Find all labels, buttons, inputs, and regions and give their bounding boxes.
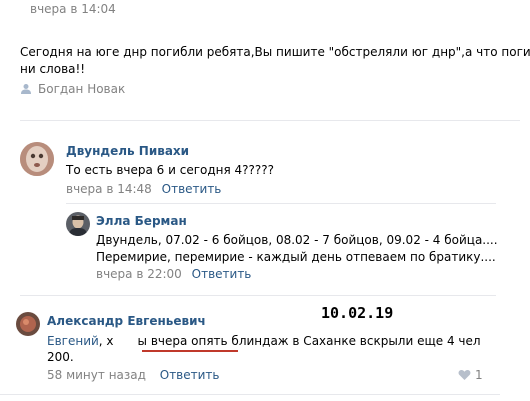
- like-button[interactable]: 1: [458, 368, 483, 382]
- person-icon: [20, 83, 32, 95]
- comment-text-line-1: Евгений, х ы вчера опять блиндаж в Саханк…: [47, 333, 481, 349]
- comment-text-line-2: 200.: [47, 350, 74, 364]
- mention-link[interactable]: Евгений: [47, 334, 99, 348]
- comment-time[interactable]: вчера в 14:48: [66, 182, 152, 196]
- post-author[interactable]: Богдан Новак: [20, 82, 125, 96]
- comment-author-name[interactable]: Элла Берман: [96, 214, 187, 228]
- avatar[interactable]: [20, 142, 54, 176]
- date-annotation: 10.02.19: [321, 304, 394, 322]
- comment-divider: [20, 295, 496, 296]
- comment-text-part: ы вчера опять блиндаж в Саханке вскрыли …: [137, 334, 481, 348]
- comment-text: То есть вчера 6 и сегодня 4?????: [66, 163, 275, 177]
- heart-icon: [458, 369, 471, 381]
- underline-annotation: [142, 350, 238, 352]
- comment-meta: вчера в 14:48 Ответить: [66, 182, 221, 196]
- like-count: 1: [475, 368, 483, 382]
- avatar[interactable]: [66, 212, 90, 236]
- reply-button[interactable]: Ответить: [192, 267, 252, 281]
- reply-button[interactable]: Ответить: [162, 182, 222, 196]
- post-text-line-1: Сегодня на юге днр погибли ребята,Вы пиш…: [20, 45, 530, 59]
- comment-time[interactable]: 58 минут назад: [47, 368, 146, 382]
- comment-time[interactable]: вчера в 22:00: [96, 267, 182, 281]
- post-text-line-2: ни слова!!: [20, 62, 86, 76]
- comment-meta: 58 минут назад Ответить: [47, 368, 220, 382]
- post-time[interactable]: вчера в 14:04: [30, 2, 116, 16]
- comment-author-name[interactable]: Александр Евгеньевич: [47, 314, 206, 328]
- comment-text-part: , х: [98, 334, 114, 348]
- comment-divider: [0, 394, 500, 395]
- comment-divider: [66, 203, 496, 204]
- reply-button[interactable]: Ответить: [160, 368, 220, 382]
- post-author-name[interactable]: Богдан Новак: [38, 82, 125, 96]
- post-divider: [20, 120, 520, 121]
- comment-text-line-2: Перемирие, перемирие - каждый день отпев…: [96, 250, 496, 264]
- comment-author-name[interactable]: Двундель Пивахи: [66, 144, 189, 158]
- avatar[interactable]: [16, 312, 40, 336]
- comment-text-line-1: Двундель, 07.02 - 6 бойцов, 08.02 - 7 бо…: [96, 233, 498, 247]
- comment-meta: вчера в 22:00 Ответить: [96, 267, 251, 281]
